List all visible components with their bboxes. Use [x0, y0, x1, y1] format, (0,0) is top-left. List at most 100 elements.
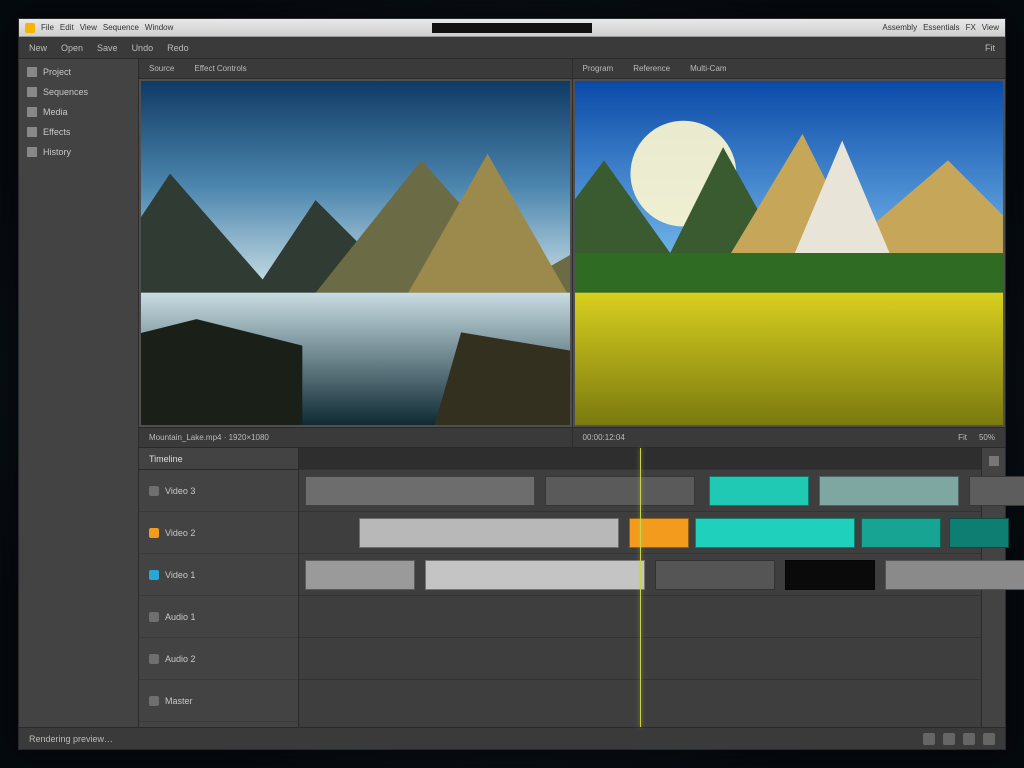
- sidebar-item-label: Effects: [43, 127, 70, 137]
- timeline-title: Timeline: [139, 448, 298, 470]
- workspace-assembly[interactable]: Assembly: [882, 23, 917, 32]
- clock-icon: [27, 147, 37, 157]
- sidebar-item-label: Project: [43, 67, 71, 77]
- tab-reference[interactable]: Reference: [633, 64, 670, 73]
- timeline-clip[interactable]: [819, 476, 959, 506]
- track-label: Video 3: [165, 486, 195, 496]
- track-head-v3[interactable]: Video 3: [139, 470, 298, 512]
- sidebar-item-effects[interactable]: Effects: [27, 127, 130, 137]
- timeline-clip[interactable]: [969, 476, 1024, 506]
- source-canvas[interactable]: [141, 81, 570, 425]
- folder-icon: [27, 67, 37, 77]
- program-zoom[interactable]: 50%: [979, 433, 995, 442]
- source-status-text: Mountain_Lake.mp4 · 1920×1080: [149, 433, 269, 442]
- timeline-panel: Timeline Video 3 Video 2 Video 1 Audio 1…: [139, 447, 1005, 727]
- track-label: Master: [165, 696, 193, 706]
- menu-edit[interactable]: Edit: [60, 23, 74, 32]
- track-label: Video 2: [165, 528, 195, 538]
- timeline-clip[interactable]: [545, 476, 695, 506]
- status-text: Rendering preview…: [29, 734, 113, 744]
- toolbar: New Open Save Undo Redo Fit: [19, 37, 1005, 59]
- track-header-column: Timeline Video 3 Video 2 Video 1 Audio 1…: [139, 448, 299, 727]
- menu-file[interactable]: File: [41, 23, 54, 32]
- workspace-essentials[interactable]: Essentials: [923, 23, 959, 32]
- tool-save[interactable]: Save: [97, 43, 118, 53]
- source-viewer: Source Effect Controls: [139, 59, 573, 447]
- track-label: Video 1: [165, 570, 195, 580]
- snap-icon[interactable]: [989, 456, 999, 466]
- timeline-clip[interactable]: [695, 518, 855, 548]
- track-head-a1[interactable]: Audio 1: [139, 596, 298, 638]
- app-icon: [25, 23, 35, 33]
- title-center-pill: [432, 23, 592, 33]
- timeline-clip[interactable]: [305, 560, 415, 590]
- track-head-a2[interactable]: Audio 2: [139, 638, 298, 680]
- viewer-area: Source Effect Controls: [139, 59, 1005, 727]
- track-head-master[interactable]: Master: [139, 680, 298, 722]
- source-tabs: Source Effect Controls: [139, 59, 572, 79]
- film-icon: [27, 87, 37, 97]
- timeline-clip[interactable]: [305, 476, 535, 506]
- program-viewer: Program Reference Multi-Cam: [573, 59, 1006, 447]
- footer-notify-icon[interactable]: [943, 733, 955, 745]
- app-window: File Edit View Sequence Window Assembly …: [18, 18, 1006, 750]
- tool-redo[interactable]: Redo: [167, 43, 189, 53]
- tab-program[interactable]: Program: [583, 64, 614, 73]
- timeline-clip[interactable]: [655, 560, 775, 590]
- track-color-icon: [149, 570, 159, 580]
- sidebar-item-media[interactable]: Media: [27, 107, 130, 117]
- timeline-clip[interactable]: [949, 518, 1009, 548]
- main-area: Project Sequences Media Effects History: [19, 59, 1005, 727]
- program-fit[interactable]: Fit: [958, 433, 967, 442]
- track-head-v1[interactable]: Video 1: [139, 554, 298, 596]
- program-tabs: Program Reference Multi-Cam: [573, 59, 1006, 79]
- program-canvas[interactable]: [575, 81, 1004, 425]
- program-time: 00:00:12:04: [583, 433, 625, 442]
- track-color-icon: [149, 696, 159, 706]
- menu-sequence[interactable]: Sequence: [103, 23, 139, 32]
- timeline-clip[interactable]: [425, 560, 645, 590]
- sidebar-item-sequences[interactable]: Sequences: [27, 87, 130, 97]
- track-color-icon: [149, 612, 159, 622]
- titlebar: File Edit View Sequence Window Assembly …: [19, 19, 1005, 37]
- sidebar-item-label: History: [43, 147, 71, 157]
- footer-chat-icon[interactable]: [923, 733, 935, 745]
- status-bar: Rendering preview…: [19, 727, 1005, 749]
- footer-help-icon[interactable]: [983, 733, 995, 745]
- track-color-icon: [149, 654, 159, 664]
- left-sidebar: Project Sequences Media Effects History: [19, 59, 139, 727]
- timeline-clip[interactable]: [709, 476, 809, 506]
- tab-effect-controls[interactable]: Effect Controls: [194, 64, 246, 73]
- timeline-clip[interactable]: [629, 518, 689, 548]
- sidebar-item-label: Sequences: [43, 87, 88, 97]
- sidebar-item-history[interactable]: History: [27, 147, 130, 157]
- track-label: Audio 1: [165, 612, 196, 622]
- track-color-icon: [149, 528, 159, 538]
- tool-new[interactable]: New: [29, 43, 47, 53]
- track-head-v2[interactable]: Video 2: [139, 512, 298, 554]
- playhead[interactable]: [640, 448, 641, 727]
- fx-icon: [27, 127, 37, 137]
- tab-multicam[interactable]: Multi-Cam: [690, 64, 726, 73]
- workspace-view[interactable]: View: [982, 23, 999, 32]
- image-icon: [27, 107, 37, 117]
- timeline-clip[interactable]: [861, 518, 941, 548]
- sidebar-item-label: Media: [43, 107, 68, 117]
- track-color-icon: [149, 486, 159, 496]
- track-label: Audio 2: [165, 654, 196, 664]
- program-status: 00:00:12:04 Fit 50%: [573, 427, 1006, 447]
- sidebar-item-project[interactable]: Project: [27, 67, 130, 77]
- footer-settings-icon[interactable]: [963, 733, 975, 745]
- source-status: Mountain_Lake.mp4 · 1920×1080: [139, 427, 572, 447]
- menu-view[interactable]: View: [80, 23, 97, 32]
- tool-undo[interactable]: Undo: [132, 43, 154, 53]
- tool-fit[interactable]: Fit: [985, 43, 995, 53]
- menu-window[interactable]: Window: [145, 23, 173, 32]
- timeline-clip[interactable]: [885, 560, 1024, 590]
- workspace-fx[interactable]: FX: [966, 23, 976, 32]
- tool-open[interactable]: Open: [61, 43, 83, 53]
- timeline-clip[interactable]: [359, 518, 619, 548]
- timeline-tracks[interactable]: [299, 448, 981, 727]
- timeline-clip[interactable]: [785, 560, 875, 590]
- tab-source[interactable]: Source: [149, 64, 174, 73]
